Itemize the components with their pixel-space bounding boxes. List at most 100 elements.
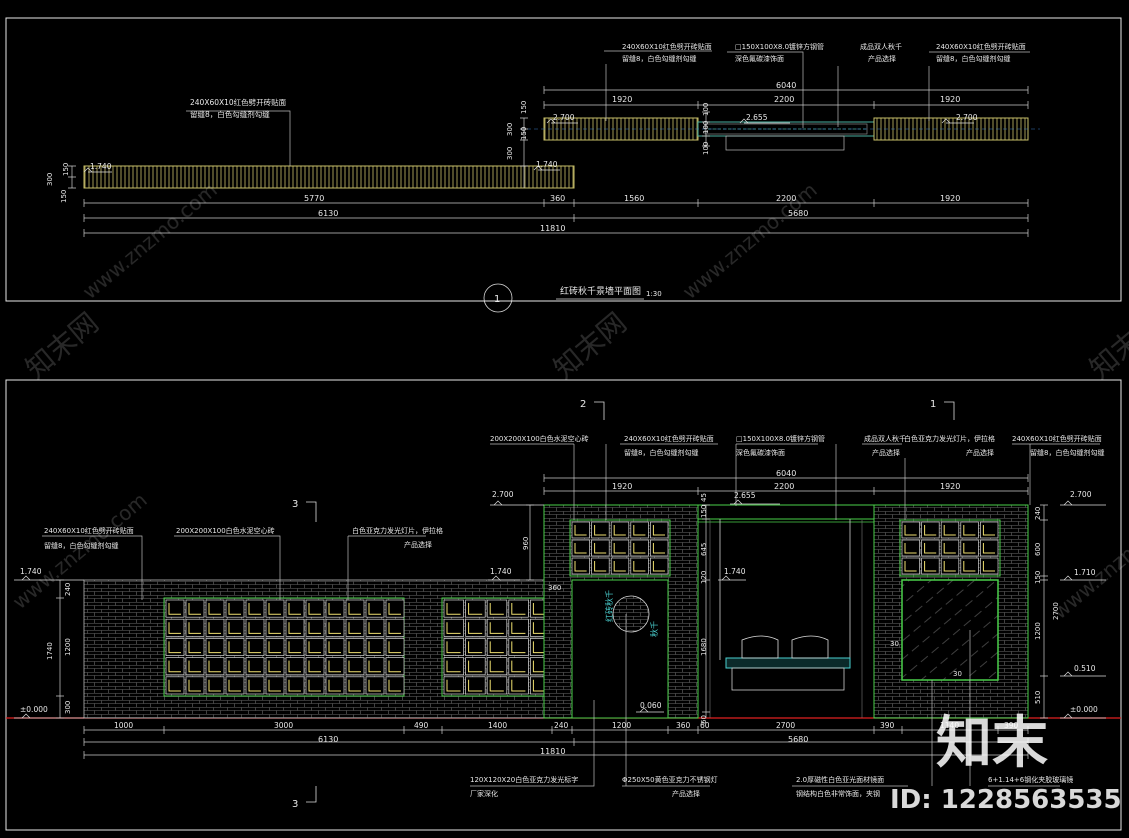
elev-dim-b1-3: 490 — [414, 721, 429, 730]
elev-dim-mid-3: 645 — [700, 543, 708, 556]
elev-top-note-4b: 产品选择 — [872, 448, 900, 457]
plan-note-left-1: 240X60X10红色劈开砖贴面 — [190, 97, 287, 107]
elev-level-6: ±0.000 — [20, 705, 48, 714]
swing-seat — [725, 635, 851, 691]
glass-mirror — [901, 579, 999, 681]
sign-lamp — [612, 595, 650, 633]
plan-dim-top-total: 6040 — [776, 81, 796, 90]
elev-dim-mid-4: 120 — [700, 571, 708, 584]
section-marker-2: 2 — [580, 399, 586, 410]
elev-dim-left-4: 300 — [64, 701, 72, 714]
plan-note-wall-a-1: 240X60X10红色劈开砖贴面 — [622, 42, 712, 51]
elev-dim-right-5: 1200 — [1034, 622, 1042, 640]
plan-dim-mid-4: 300 — [506, 147, 514, 160]
plan-dim-left-1: 300 — [46, 173, 54, 186]
plan-notes: 240X60X10红色劈开砖贴面 留缝8，白色勾缝剂勾缝 240X60X10红色… — [190, 42, 1026, 119]
elev-level-8: 2.700 — [1070, 490, 1092, 499]
brand-watermark: 知末 ID: 1228563535 — [890, 711, 1122, 815]
plan-dim-total: 11810 — [540, 224, 565, 233]
elev-dim-right-inner-1: 30 — [890, 640, 899, 648]
elev-level-7: 0.060 — [640, 701, 662, 710]
plan-note-wall-a-2: 留缝8，白色勾缝剂勾缝 — [622, 54, 696, 63]
elev-dim-top-3: 1920 — [940, 482, 960, 491]
plan-dim-left-3: 150 — [60, 190, 68, 203]
section-marker-3b: 3 — [292, 799, 298, 810]
plan-note-swing-1: 成品双人秋千 — [860, 42, 902, 51]
watermark-site-4: www.znzmo.com — [1048, 498, 1129, 624]
watermark-cn-3: 知末网 — [1083, 306, 1129, 385]
plan-levels — [83, 118, 974, 173]
watermark-site-2: www.znzmo.com — [678, 178, 822, 304]
elev-bottom-note-2b: 产品选择 — [672, 789, 700, 798]
plan-dim-top-1: 1920 — [612, 95, 632, 104]
plan-level-3: 2.700 — [553, 113, 575, 122]
swing-beam — [697, 504, 875, 520]
plan-dim-mid-1: 150 — [520, 101, 528, 114]
watermark-cn-2: 知末网 — [547, 306, 633, 385]
plan-dim-top-2: 2200 — [774, 95, 794, 104]
plan-scale: 1:30 — [646, 290, 662, 298]
elev-dim-b1-6: 1200 — [612, 721, 631, 730]
watermark-site-1: www.znzmo.com — [78, 178, 222, 304]
elev-left-note-3a: 白色亚克力发光灯片，伊拉格 — [352, 526, 443, 535]
elev-dim-mid-6: 60 — [700, 715, 708, 724]
elev-dim-top-total: 6040 — [776, 469, 796, 478]
plan-dim-b1-2: 360 — [550, 194, 565, 203]
elev-dim-right-1: 240 — [1034, 507, 1042, 520]
elev-level-4: 2.655 — [734, 491, 756, 500]
elev-dim-mid-5: 1680 — [700, 638, 708, 656]
elev-bottom-note-4a: 6+1.14+6钢化夹胶玻璃镜 — [988, 775, 1073, 784]
elev-dim-mid-1: 45 — [700, 493, 708, 502]
elev-top-note-6a: 240X60X10红色劈开砖贴面 — [1012, 434, 1102, 443]
elev-level-3: 2.700 — [492, 490, 514, 499]
sign-text-2: 秋千 — [649, 621, 659, 637]
elev-top-note-1a: 200X200X100白色水泥空心砖 — [490, 434, 589, 443]
cad-drawing: 240X60X10红色劈开砖贴面 留缝8，白色勾缝剂勾缝 240X60X10红色… — [5, 17, 1129, 831]
plan-marker-number: 1 — [494, 294, 500, 305]
elev-level-2: 1.740 — [490, 567, 512, 576]
elev-dim-mid-left-1: 960 — [522, 537, 530, 550]
elev-top-note-6b: 留缝8，白色勾缝剂勾缝 — [1030, 448, 1104, 457]
elev-dim-left-2: 1200 — [64, 638, 72, 656]
elev-bottom-note-3b: 钢结构白色非常饰面，夹钢 — [796, 789, 880, 798]
elev-dim-b1-7: 360 — [676, 721, 691, 730]
elev-dim-right-inner-2: 30 — [953, 670, 962, 678]
elev-top-note-2b: 留缝8，白色勾缝剂勾缝 — [624, 448, 698, 457]
elev-level-11: ±0.000 — [1070, 705, 1098, 714]
elev-dim-right-6: 510 — [1034, 691, 1042, 704]
section-marker-3a: 3 — [292, 499, 298, 510]
plan-note-wall-b-2: 留缝8，白色勾缝剂勾缝 — [936, 54, 1010, 63]
elev-dim-b1-10: 390 — [880, 721, 895, 730]
elev-dim-b1-4: 1400 — [488, 721, 507, 730]
elev-dim-top-2: 2200 — [774, 482, 794, 491]
plan-dim-b1-1: 5770 — [304, 194, 324, 203]
plan-left-wall — [83, 165, 575, 189]
elev-dim-b1-1: 1000 — [114, 721, 133, 730]
elev-level-5: 1.740 — [724, 567, 746, 576]
elev-dim-b2-2: 5680 — [788, 735, 808, 744]
elev-dim-b2-1: 6130 — [318, 735, 338, 744]
watermark-cn-1: 知末网 — [19, 306, 105, 385]
elev-top-note-3b: 深色氟碳漆饰面 — [736, 448, 785, 457]
elev-top-note-5a: 白色亚克力发光灯片，伊拉格 — [904, 434, 995, 443]
plan-dim-mid-3: 150 — [520, 127, 528, 140]
elev-dim-mid-2: 150 — [700, 505, 708, 518]
hollow-brick-grid-wall-a — [571, 521, 669, 575]
plan-level-5: 2.700 — [956, 113, 978, 122]
plan-title: 红砖秋千景墙平面图 — [560, 285, 641, 297]
plan-dim-mid-6: 100 — [702, 121, 710, 134]
sign-text-1: 红砖秋千 — [604, 590, 614, 622]
elev-dim-top-1: 1920 — [612, 482, 632, 491]
plan-note-swing-2: 产品选择 — [868, 54, 896, 63]
elev-top-note-4a: 成品双人秋千 — [864, 434, 906, 443]
elev-top-note-5b: 产品选择 — [966, 448, 994, 457]
elev-bottom-note-2a: Φ250X50黄色亚克力不锈钢灯 — [622, 775, 718, 784]
elev-bottom-note-3a: 2.0厚磁性白色亚光面材镜面 — [796, 775, 884, 784]
watermark-id: ID: 1228563535 — [890, 785, 1122, 815]
plan-leaders — [186, 50, 1030, 166]
plan-level-1: 1.740 — [90, 162, 112, 171]
hollow-brick-grid-left — [165, 599, 551, 695]
plan-dim-b1-5: 1920 — [940, 194, 960, 203]
elev-level-10: 0.510 — [1074, 664, 1096, 673]
section-marker-1: 1 — [930, 399, 936, 410]
